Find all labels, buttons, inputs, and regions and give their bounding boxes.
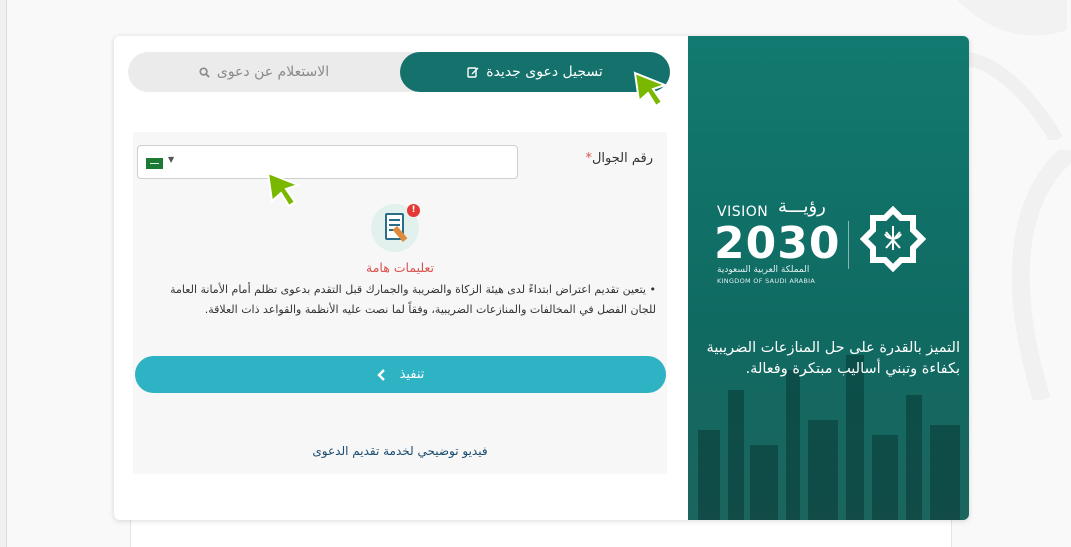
banner-slogan: التميز بالقدرة على حل المنازعات الضريبية… [706,340,960,377]
lower-card-edge [130,518,952,547]
logo-divider [848,221,849,269]
edit-icon [467,67,479,78]
tab-inquiry[interactable]: الاستعلام عن دعوى [128,52,400,92]
saudi-emblem-icon [860,206,926,272]
bullet: • [649,283,657,296]
kingdom-arabic-label: المملكة العربية السعودية [717,265,810,275]
phone-label: رقم الجوال* [585,151,653,166]
palm-decoration-icon [1011,150,1071,400]
video-tutorial-link[interactable]: فيديو توضيحي لخدمة تقديم الدعوى [133,444,667,458]
submit-label: تنفيذ [399,367,425,382]
chevron-left-icon [376,368,385,381]
vision-year: 2030 [714,218,841,269]
instructions-title: تعليمات هامة [366,260,434,275]
tab-bar: الاستعلام عن دعوى تسجيل دعوى جديدة [128,52,670,92]
tab-new-claim-label: تسجيل دعوى جديدة [486,64,603,80]
submit-button[interactable]: تنفيذ [135,356,666,393]
tab-inquiry-label: الاستعلام عن دعوى [216,64,330,80]
vision-arabic-label: رؤيـــة [778,196,826,217]
kingdom-english-label: KINGDOM OF SAUDI ARABIA [717,277,816,285]
phone-input[interactable]: ▼ [137,145,518,179]
cursor-arrow-icon [266,171,301,208]
vision-banner: VISION رؤيـــة 2030 المملكة العربية السع… [688,36,969,520]
tab-new-claim[interactable]: تسجيل دعوى جديدة [400,52,670,92]
form-panel: رقم الجوال* ▼ ! تعليمات هامة • يتعين تقد… [133,132,667,474]
cursor-arrow-icon [633,71,668,108]
claim-card: الاستعلام عن دعوى تسجيل دعوى جديدة رقم ا… [114,36,969,520]
alert-badge-icon: ! [407,204,420,217]
search-icon [199,66,210,78]
instructions-text: • يتعين تقديم اعتراض ابتداءً لدى هيئة ال… [170,283,657,316]
saudi-flag-icon[interactable] [146,158,163,169]
instructions-icon: ! [371,204,420,252]
caret-down-icon[interactable]: ▼ [168,155,174,164]
